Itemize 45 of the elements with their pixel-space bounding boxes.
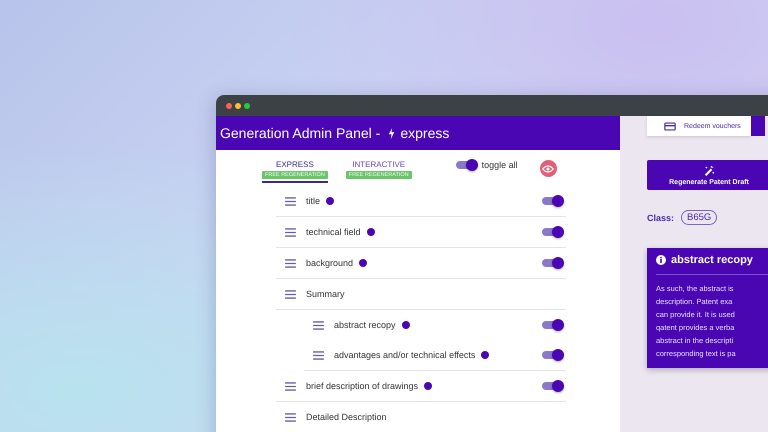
maximize-dot-icon[interactable] [244, 102, 250, 108]
section-switch[interactable] [542, 351, 562, 359]
info-icon[interactable] [359, 259, 368, 267]
eye-icon[interactable] [542, 164, 554, 172]
lightning-icon [388, 128, 396, 138]
section-label: Detailed Description [306, 412, 387, 422]
info-icon[interactable] [402, 321, 410, 329]
minimize-dot-icon[interactable] [235, 102, 241, 108]
drag-handle-icon[interactable] [285, 412, 296, 422]
drag-handle-icon[interactable] [285, 196, 296, 206]
toggle-all-label: toggle all [482, 160, 518, 170]
toolbar-button[interactable] [750, 116, 765, 136]
close-dot-icon[interactable] [226, 102, 232, 108]
drag-handle-icon[interactable] [285, 382, 296, 390]
section-switch[interactable] [542, 228, 562, 236]
drag-handle-icon[interactable] [313, 350, 324, 360]
info-icon[interactable] [326, 197, 334, 205]
section-label: background [306, 258, 354, 268]
card-title: abstract recopy [671, 254, 753, 266]
section-switch[interactable] [542, 197, 562, 205]
drag-handle-icon[interactable] [285, 258, 296, 268]
section-switch[interactable] [542, 321, 562, 329]
section-label: title [306, 196, 320, 206]
window-title: Generation Admin Panel - [220, 125, 380, 141]
drag-handle-icon[interactable] [285, 228, 296, 236]
class-label: Class: [647, 212, 674, 222]
section-label: advantages and/or technical effects [334, 350, 476, 360]
magic-wand-icon [703, 164, 715, 176]
section-label: brief description of drawings [306, 381, 418, 391]
card-icon [664, 122, 676, 130]
info-icon[interactable] [481, 351, 490, 359]
drag-handle-icon[interactable] [313, 320, 324, 330]
info-icon [656, 255, 666, 265]
section-label: technical field [306, 227, 361, 237]
info-icon[interactable] [366, 228, 375, 236]
eye-button[interactable] [540, 160, 557, 177]
class-chip: B65G [681, 210, 718, 225]
mode-name: express [400, 125, 450, 141]
drag-handle-icon[interactable] [285, 290, 296, 298]
info-icon[interactable] [424, 382, 432, 390]
section-switch[interactable] [542, 259, 562, 267]
section-label: Summary [306, 289, 345, 299]
section-switch[interactable] [542, 382, 562, 390]
section-label: abstract recopy [334, 320, 396, 330]
toggle-all-switch[interactable] [456, 161, 476, 169]
